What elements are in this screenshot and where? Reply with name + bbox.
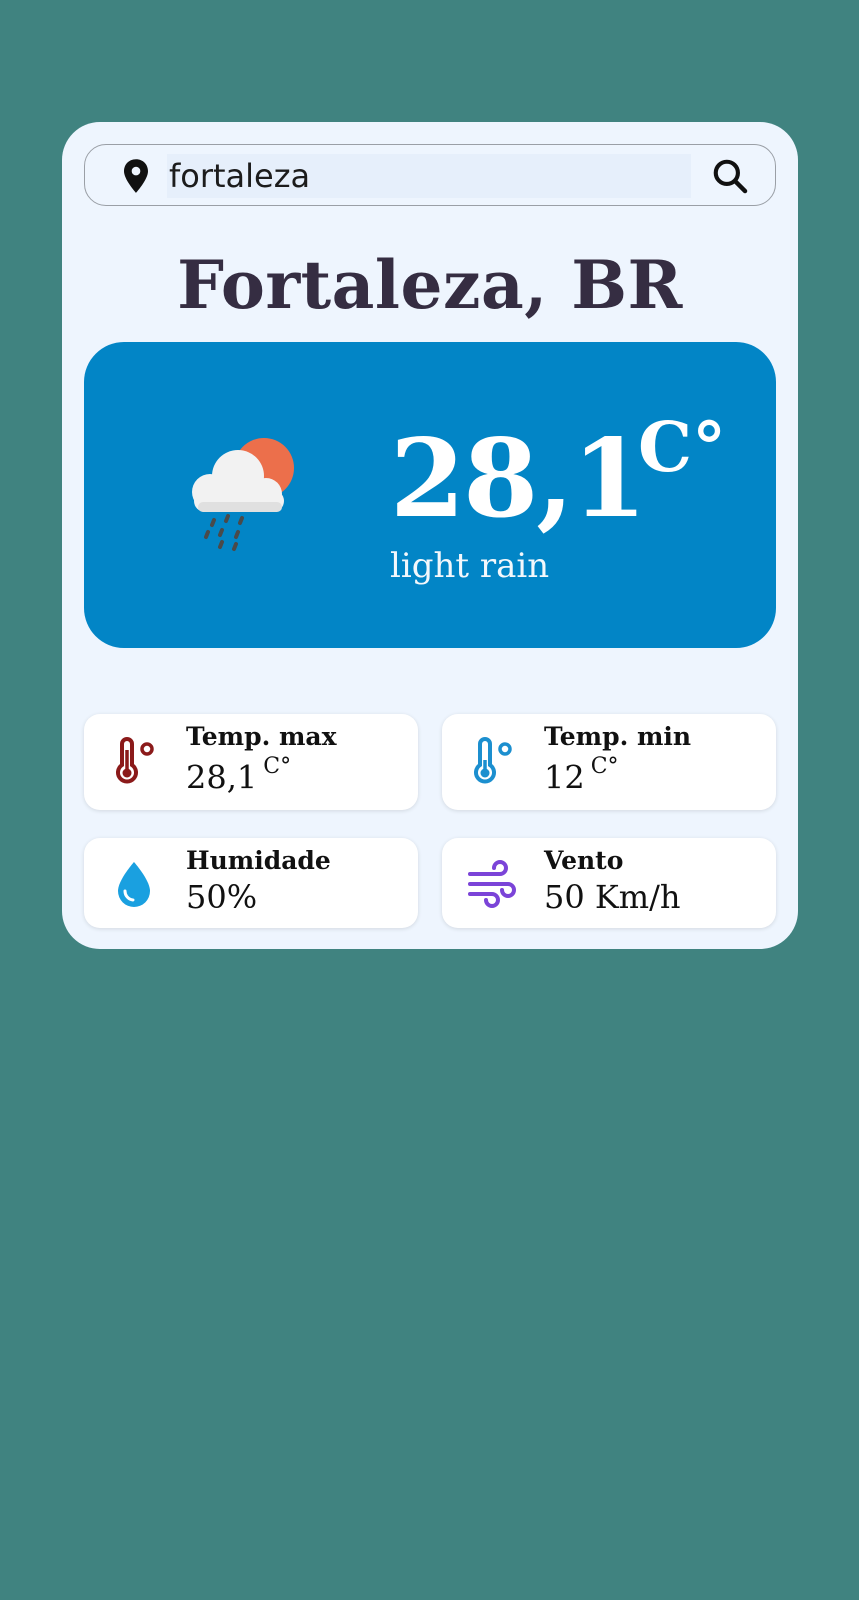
wind-value: 50 Km/h: [544, 878, 681, 916]
temperature-unit: C°: [638, 408, 727, 488]
stat-wind: Vento 50 Km/h: [442, 838, 776, 928]
stat-label: Temp. max: [186, 722, 337, 751]
stat-temp-max: Temp. max 28,1 C°: [84, 714, 418, 810]
humidity-value: 50%: [186, 878, 258, 916]
current-weather-panel: 28,1 C° light rain: [84, 342, 776, 648]
map-pin-icon: [124, 159, 148, 193]
thermometer-cold-icon: [474, 737, 512, 784]
search-icon[interactable]: [711, 157, 749, 195]
stat-label: Temp. min: [544, 722, 692, 751]
stat-value: 28,1 C°: [186, 754, 291, 797]
stat-value: 12 C°: [544, 754, 619, 797]
search-input[interactable]: [167, 154, 691, 198]
temp-min-value: 12: [544, 758, 585, 797]
stat-humidity: Humidade 50%: [84, 838, 418, 928]
current-temperature: 28,1: [390, 416, 647, 542]
stat-label: Vento: [544, 846, 624, 875]
stat-label: Humidade: [186, 846, 331, 875]
temp-max-unit: C°: [263, 754, 292, 779]
temp-min-unit: C°: [590, 754, 619, 779]
water-drop-icon: [118, 862, 150, 907]
cloud-sun-rain-icon: [192, 438, 294, 551]
wind-icon: [468, 860, 516, 908]
stat-temp-min: Temp. min 12 C°: [442, 714, 776, 810]
thermometer-hot-icon: [116, 737, 154, 784]
city-title: Fortaleza, BR: [177, 246, 683, 324]
weather-description: light rain: [390, 546, 550, 586]
temp-max-value: 28,1: [186, 758, 258, 797]
search-bar: [84, 144, 776, 206]
weather-card: Fortaleza, BR 28: [62, 122, 798, 949]
